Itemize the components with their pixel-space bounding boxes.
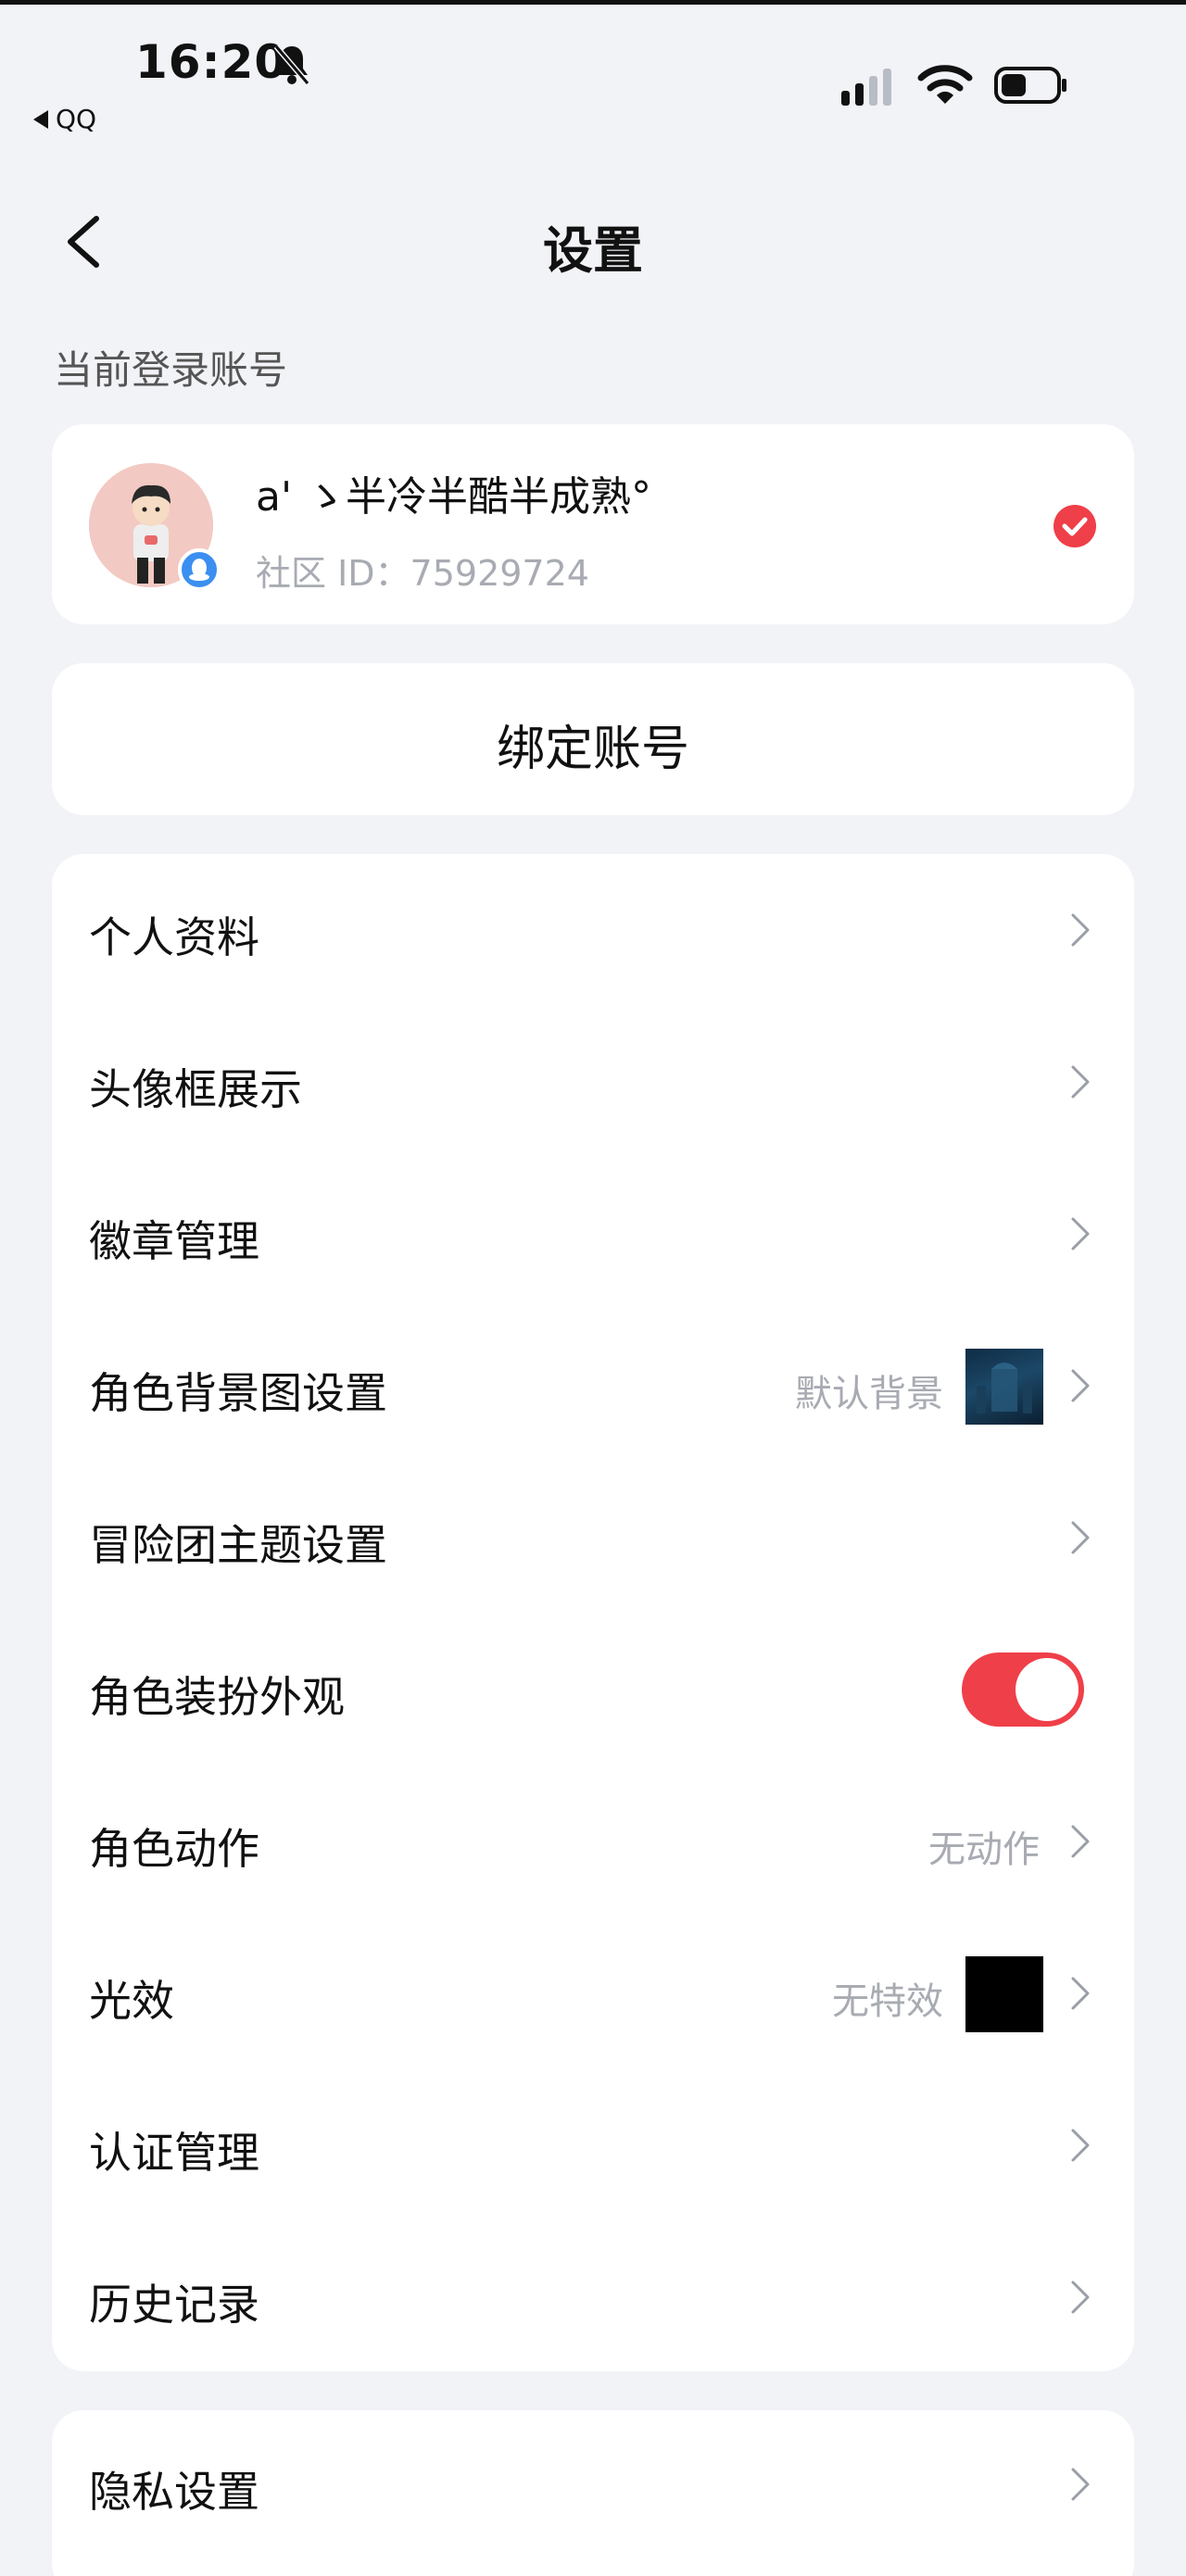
row-character-background[interactable]: 角色背景图设置 默认背景 — [52, 1310, 1134, 1462]
row-label: 冒险团主题设置 — [89, 1520, 387, 1570]
row-label: 徽章管理 — [89, 1216, 259, 1266]
bind-account-button[interactable]: 绑定账号 — [52, 663, 1134, 815]
row-label: 隐私设置 — [89, 2467, 259, 2517]
qq-badge-icon — [178, 548, 221, 591]
row-guild-theme[interactable]: 冒险团主题设置 — [52, 1462, 1134, 1614]
row-label: 历史记录 — [89, 2280, 259, 2330]
row-character-outfit: 角色装扮外观 — [52, 1614, 1134, 1766]
toggle-knob — [1016, 1658, 1079, 1721]
row-label: 头像框展示 — [89, 1064, 302, 1114]
cellular-signal-icon — [841, 67, 891, 106]
chevron-right-icon — [1071, 1065, 1090, 1099]
row-label: 认证管理 — [89, 2128, 259, 2178]
bell-muted-icon — [273, 44, 310, 85]
row-character-action[interactable]: 角色动作 无动作 — [52, 1766, 1134, 1917]
row-privacy[interactable]: 隐私设置 — [52, 2410, 1134, 2562]
outfit-toggle[interactable] — [962, 1652, 1084, 1727]
current-account-label: 当前登录账号 — [54, 347, 288, 393]
row-value: 无特效 — [832, 1980, 943, 2023]
back-triangle-icon — [33, 109, 48, 129]
chevron-right-icon — [1071, 913, 1090, 947]
chevron-right-icon — [1071, 1217, 1090, 1250]
row-avatar-frame[interactable]: 头像框展示 — [52, 1006, 1134, 1158]
row-light-effect[interactable]: 光效 无特效 — [52, 1917, 1134, 2069]
bind-account-label: 绑定账号 — [496, 722, 689, 777]
privacy-card: 隐私设置 — [52, 2410, 1134, 2576]
chevron-right-icon — [1071, 1977, 1090, 2010]
account-name: a' ゝ半冷半酷半成熟° — [256, 473, 652, 521]
row-label: 个人资料 — [89, 912, 259, 962]
background-thumbnail — [965, 1349, 1043, 1425]
row-profile[interactable]: 个人资料 — [52, 854, 1134, 1006]
chevron-right-icon — [1071, 1369, 1090, 1402]
status-time: 16:20 — [135, 35, 288, 89]
settings-screen: 16:20 QQ 设置 当前登录账号 a' ゝ半冷半酷半成熟° 社区 ID：75… — [0, 0, 1186, 2576]
account-card[interactable]: a' ゝ半冷半酷半成熟° 社区 ID：75929724 — [52, 424, 1134, 624]
effect-thumbnail — [965, 1956, 1043, 2032]
row-label: 角色背景图设置 — [89, 1368, 387, 1418]
account-community-id: 社区 ID：75929724 — [256, 553, 589, 594]
row-label: 角色装扮外观 — [89, 1672, 345, 1722]
chevron-right-icon — [1071, 2281, 1090, 2314]
row-label: 光效 — [89, 1976, 174, 2026]
row-value: 默认背景 — [795, 1373, 943, 1415]
back-to-app-button[interactable]: QQ — [33, 104, 96, 134]
battery-icon — [994, 67, 1066, 104]
back-app-label: QQ — [56, 104, 97, 134]
chevron-right-icon — [1071, 2129, 1090, 2162]
row-value: 无动作 — [928, 1828, 1040, 1871]
wifi-icon — [917, 65, 973, 104]
row-badge-management[interactable]: 徽章管理 — [52, 1158, 1134, 1310]
row-history[interactable]: 历史记录 — [52, 2221, 1134, 2373]
row-certification[interactable]: 认证管理 — [52, 2069, 1134, 2221]
row-label: 角色动作 — [89, 1824, 259, 1874]
selected-check-icon — [1054, 505, 1096, 547]
top-border — [0, 0, 1186, 5]
chevron-right-icon — [1071, 2468, 1090, 2501]
chevron-right-icon — [1071, 1825, 1090, 1858]
page-title: 设置 — [543, 221, 643, 280]
settings-list: 个人资料 头像框展示 徽章管理 角色背景图设置 默认背景 冒险团主题设置 角色装… — [52, 854, 1134, 2371]
chevron-right-icon — [1071, 1521, 1090, 1554]
